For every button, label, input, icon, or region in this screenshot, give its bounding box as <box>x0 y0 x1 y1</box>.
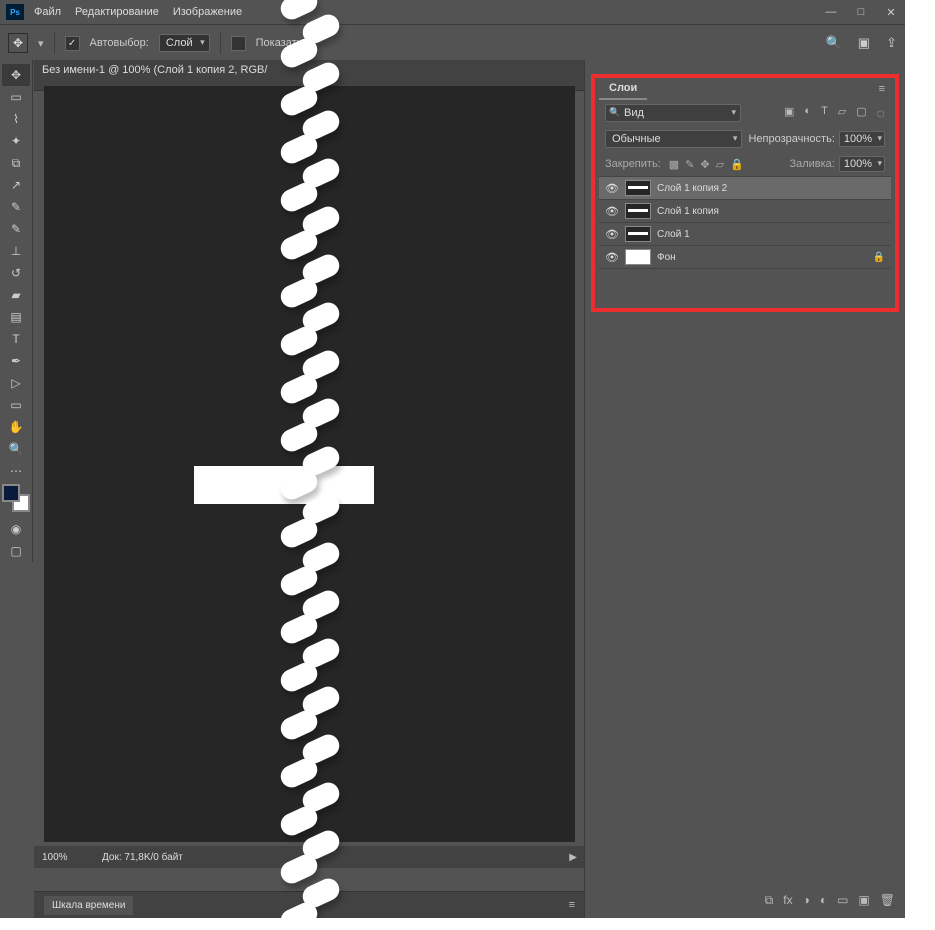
layer-thumbnail[interactable] <box>625 180 651 196</box>
lock-icon[interactable]: 🔒 <box>873 252 885 263</box>
layer-item[interactable]: 👁 Слой 1 <box>599 223 891 246</box>
share-icon[interactable]: ⇪ <box>886 35 897 51</box>
layer-name[interactable]: Слой 1 копия 2 <box>657 183 727 194</box>
panel-menu-icon[interactable]: ≡ <box>879 83 885 95</box>
menu-image[interactable]: Изображение <box>173 6 242 18</box>
layer-list: 👁 Слой 1 копия 2 👁 Слой 1 копия 👁 Слой 1 <box>599 176 891 269</box>
filter-shape-icon[interactable]: ▱ <box>838 105 846 121</box>
lock-image-icon[interactable]: ✎ <box>685 158 694 171</box>
separator <box>54 32 55 54</box>
eraser-tool[interactable]: ▰ <box>2 284 30 306</box>
timeline-tab[interactable]: Шкала времени <box>44 896 133 915</box>
group-icon[interactable]: ▭ <box>837 893 848 908</box>
layer-name[interactable]: Слой 1 копия <box>657 206 719 217</box>
brush-tool[interactable]: ✎ <box>2 218 30 240</box>
layer-name[interactable]: Слой 1 <box>657 229 690 240</box>
lock-artboard-icon[interactable]: ▱ <box>716 158 724 171</box>
visibility-icon[interactable]: 👁 <box>605 251 619 264</box>
shape-tool[interactable]: ▭ <box>2 394 30 416</box>
layer-mask-icon[interactable]: ◑ <box>803 893 810 908</box>
marquee-tool[interactable]: ▭ <box>2 86 30 108</box>
show-checkbox[interactable]: ✓ <box>231 36 246 51</box>
filter-image-icon[interactable]: ▣ <box>784 105 794 121</box>
autoselect-type-select[interactable]: Слой <box>159 34 210 52</box>
healing-tool[interactable]: ✎ <box>2 196 30 218</box>
new-layer-icon[interactable]: ▣ <box>858 893 869 908</box>
lock-position-icon[interactable]: ✥ <box>700 158 709 171</box>
lock-all-icon[interactable]: 🔒 <box>730 158 744 171</box>
window-maximize[interactable]: □ <box>853 6 869 19</box>
layer-item[interactable]: 👁 Слой 1 копия 2 <box>599 177 891 200</box>
autoselect-label: Автовыбор: <box>90 37 149 49</box>
visibility-icon[interactable]: 👁 <box>605 182 619 195</box>
torn-edge-decoration <box>280 0 350 918</box>
layer-style-icon[interactable]: fx <box>783 893 792 908</box>
crop-tool[interactable]: ⧉ <box>2 152 30 174</box>
ps-logo: Ps <box>6 4 24 20</box>
delete-layer-icon[interactable]: 🗑 <box>880 893 895 908</box>
lock-transparent-icon[interactable]: ▩ <box>669 158 679 171</box>
visibility-icon[interactable]: 👁 <box>605 205 619 218</box>
zoom-value[interactable]: 100% <box>42 852 92 863</box>
layer-item[interactable]: 👁 Фон 🔒 <box>599 246 891 269</box>
toolbox: ✥ ▭ ⌇ ✦ ⧉ ↗ ✎ ✎ ⊥ ↺ ▰ ▤ T ✒ ▷ ▭ ✋ 🔍 ⋯ ◉ … <box>0 60 33 562</box>
panel-menu-icon[interactable]: ≡ <box>569 899 575 911</box>
color-swatch[interactable] <box>6 488 26 508</box>
link-layers-icon[interactable]: ⧉ <box>765 893 774 908</box>
move-tool-icon[interactable]: ✥ <box>8 33 28 53</box>
magic-wand-tool[interactable]: ✦ <box>2 130 30 152</box>
window-close[interactable]: ✕ <box>883 6 899 19</box>
adjustment-layer-icon[interactable]: ◐ <box>820 893 827 908</box>
autoselect-checkbox[interactable]: ✓ <box>65 36 80 51</box>
separator <box>220 32 221 54</box>
fill-label: Заливка: <box>789 158 834 170</box>
type-tool[interactable]: T <box>2 328 30 350</box>
history-brush-tool[interactable]: ↺ <box>2 262 30 284</box>
menu-file[interactable]: Файл <box>34 6 61 18</box>
search-icon[interactable]: 🔍 <box>826 35 842 51</box>
quickmask-tool[interactable]: ◉ <box>2 518 30 540</box>
menu-edit[interactable]: Редактирование <box>75 6 159 18</box>
path-select-tool[interactable]: ▷ <box>2 372 30 394</box>
pen-tool[interactable]: ✒ <box>2 350 30 372</box>
layer-item[interactable]: 👁 Слой 1 копия <box>599 200 891 223</box>
edit-toolbar[interactable]: ⋯ <box>2 460 30 482</box>
gradient-tool[interactable]: ▤ <box>2 306 30 328</box>
visibility-icon[interactable]: 👁 <box>605 228 619 241</box>
opacity-value[interactable]: 100% <box>839 131 885 147</box>
layer-filter-select[interactable]: Вид <box>605 104 741 122</box>
foreground-color[interactable] <box>2 484 20 502</box>
filter-adjustment-icon[interactable]: ◐ <box>804 105 811 121</box>
lock-label: Закрепить: <box>605 158 661 170</box>
lasso-tool[interactable]: ⌇ <box>2 108 30 130</box>
layer-name[interactable]: Фон <box>657 252 676 263</box>
opacity-label: Непрозрачность: <box>748 133 834 145</box>
layer-thumbnail[interactable] <box>625 226 651 242</box>
move-tool[interactable]: ✥ <box>2 64 30 86</box>
filter-toggle-icon[interactable]: ◌ <box>877 105 885 121</box>
eyedropper-tool[interactable]: ↗ <box>2 174 30 196</box>
window-minimize[interactable]: — <box>823 6 839 19</box>
frame-icon[interactable]: ▣ <box>858 35 870 51</box>
info-arrow-icon[interactable]: ▶ <box>569 852 577 863</box>
hand-tool[interactable]: ✋ <box>2 416 30 438</box>
screenmode-tool[interactable]: ▢ <box>2 540 30 562</box>
layers-panel-highlight: Слои ≡ Вид ▣ ◐ T ▱ ▢ ◌ Обычные <box>591 74 899 312</box>
chevron-down-icon[interactable]: ▾ <box>38 37 44 50</box>
stamp-tool[interactable]: ⊥ <box>2 240 30 262</box>
doc-info: Док: 71,8K/0 байт <box>102 852 183 863</box>
fill-value[interactable]: 100% <box>839 156 885 172</box>
layer-thumbnail[interactable] <box>625 203 651 219</box>
layer-thumbnail[interactable] <box>625 249 651 265</box>
layers-tab[interactable]: Слои <box>599 78 647 100</box>
layer-action-icons: ⧉ fx ◑ ◐ ▭ ▣ 🗑 <box>765 893 895 908</box>
blend-mode-select[interactable]: Обычные <box>605 130 742 148</box>
filter-smart-icon[interactable]: ▢ <box>856 105 866 121</box>
filter-type-icon[interactable]: T <box>821 105 828 121</box>
zoom-tool[interactable]: 🔍 <box>2 438 30 460</box>
